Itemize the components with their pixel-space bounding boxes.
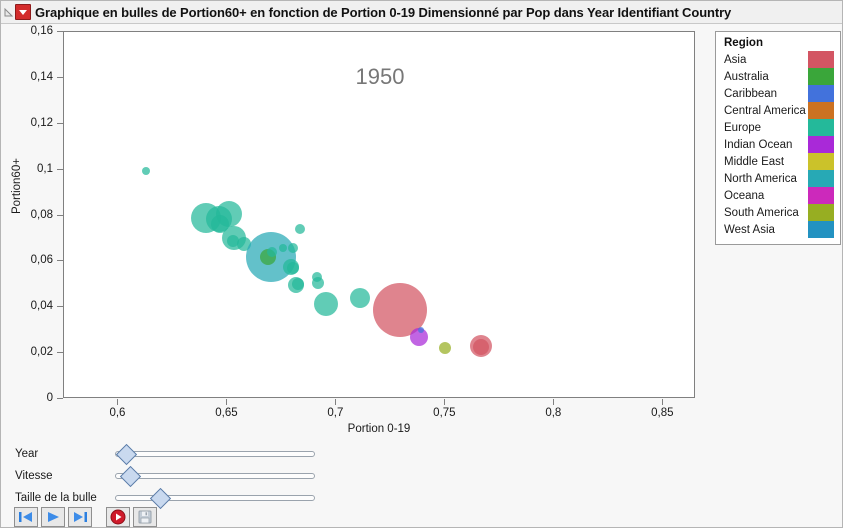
legend-item-label: Europe (724, 121, 762, 134)
x-axis-tick-label: 0,7 (327, 407, 344, 419)
legend-swatch-column (808, 51, 834, 238)
legend-color-swatch[interactable] (808, 187, 834, 204)
year-annotation: 1950 (355, 64, 405, 89)
bubble-point[interactable] (311, 277, 324, 290)
y-axis-tick-label: 0,08 (30, 208, 53, 221)
x-axis-tick-label: 0,75 (433, 407, 456, 419)
plot-area[interactable]: 1950 (63, 31, 695, 398)
legend-title: Region (724, 37, 763, 49)
bubble-point[interactable] (350, 288, 371, 309)
bubble-size-slider-track[interactable] (115, 495, 315, 501)
legend-color-swatch[interactable] (808, 153, 834, 170)
bubble-point[interactable] (287, 242, 298, 253)
legend-item-label: South America (724, 206, 799, 219)
year-slider-thumb[interactable] (115, 443, 137, 466)
y-axis-tick-label: 0,16 (30, 25, 53, 37)
legend-item-label: Middle East (724, 155, 785, 168)
play-button[interactable] (41, 507, 65, 527)
step-back-button[interactable] (14, 507, 38, 527)
red-dropdown-icon[interactable] (15, 4, 31, 20)
bubble-point[interactable] (473, 338, 490, 355)
x-axis-tick (444, 399, 446, 405)
x-axis-tick-label: 0,8 (545, 407, 562, 419)
legend-item-label: North America (724, 172, 797, 185)
x-axis-tick (553, 399, 555, 405)
animation-controls: Year Vitesse Taille de la bulle (1, 443, 842, 527)
x-axis-tick-label: 0,85 (651, 407, 674, 419)
bubble-point[interactable] (279, 243, 288, 252)
y-axis-tick-label: 0,02 (30, 346, 53, 359)
legend-item-label: West Asia (724, 223, 775, 236)
page-title: Graphique en bulles de Portion60+ en fon… (35, 4, 732, 20)
legend-color-swatch[interactable] (808, 51, 834, 68)
speed-slider-row: Vitesse (15, 465, 335, 488)
window-titlebar: Graphique en bulles de Portion60+ en fon… (1, 1, 842, 24)
y-axis-tick-label: 0,06 (30, 254, 53, 267)
legend-color-swatch[interactable] (808, 85, 834, 102)
record-button[interactable] (106, 507, 130, 527)
bubble-size-slider[interactable] (115, 487, 315, 510)
bubble-size-slider-thumb[interactable] (149, 487, 171, 510)
speed-slider-label: Vitesse (15, 470, 53, 482)
bubble-size-slider-row: Taille de la bulle (15, 487, 335, 510)
x-axis-tick (662, 399, 664, 405)
speed-slider-track[interactable] (115, 473, 315, 479)
x-axis-tick (335, 399, 337, 405)
legend-color-swatch[interactable] (808, 221, 834, 238)
y-axis-tick-label: 0,1 (37, 162, 53, 175)
legend-color-swatch[interactable] (808, 204, 834, 221)
speed-slider[interactable] (115, 465, 315, 488)
year-slider-row: Year (15, 443, 335, 466)
y-axis-tick-label: 0,14 (30, 70, 53, 83)
bubble-point[interactable] (141, 166, 150, 175)
step-forward-button[interactable] (68, 507, 92, 527)
bubble-point[interactable] (313, 291, 338, 316)
x-axis-title: Portion 0-19 (347, 423, 411, 435)
legend-item-label: Central America (724, 104, 806, 117)
bubble-plot-window: Graphique en bulles de Portion60+ en fon… (0, 0, 843, 528)
legend-color-swatch[interactable] (808, 170, 834, 187)
triangle-collapse-icon[interactable] (1, 1, 15, 24)
legend-color-swatch[interactable] (808, 119, 834, 136)
legend-item-label: Asia (724, 53, 747, 66)
year-slider[interactable] (115, 443, 315, 466)
x-axis-tick (226, 399, 228, 405)
year-slider-label: Year (15, 448, 39, 460)
x-axis: 0,6 0,65 0,7 0,75 0,8 0,85 (63, 399, 695, 425)
y-axis: 0 0,02 0,04 0,06 0,08 0,1 0,12 0,14 0,16 (1, 25, 63, 404)
bubble-point[interactable] (295, 224, 306, 235)
bubble-point[interactable] (439, 342, 452, 355)
x-axis-tick-label: 0,6 (109, 407, 126, 419)
y-axis-tick-label: 0,04 (30, 300, 53, 313)
legend-item-label: Oceana (724, 189, 765, 202)
legend-panel[interactable]: Region Asia Australia Caribbean Central Ame… (715, 31, 841, 245)
x-axis-tick-label: 0,65 (215, 407, 238, 419)
save-button[interactable] (133, 507, 157, 527)
y-axis-tick-label: 0,12 (30, 116, 53, 129)
playback-button-bar (14, 507, 160, 527)
bubble-size-slider-label: Taille de la bulle (15, 492, 97, 504)
year-slider-track[interactable] (115, 451, 315, 457)
legend-item-label: Caribbean (724, 87, 778, 100)
y-axis-tick-label: 0 (46, 392, 53, 404)
legend-color-swatch[interactable] (808, 136, 834, 153)
legend-color-swatch[interactable] (808, 102, 834, 119)
legend-item-label: Indian Ocean (724, 138, 793, 151)
x-axis-tick (117, 399, 119, 405)
legend-item-label: Australia (724, 70, 769, 83)
bubble-point[interactable] (286, 262, 299, 275)
speed-slider-thumb[interactable] (119, 465, 141, 488)
legend-color-swatch[interactable] (808, 68, 834, 85)
